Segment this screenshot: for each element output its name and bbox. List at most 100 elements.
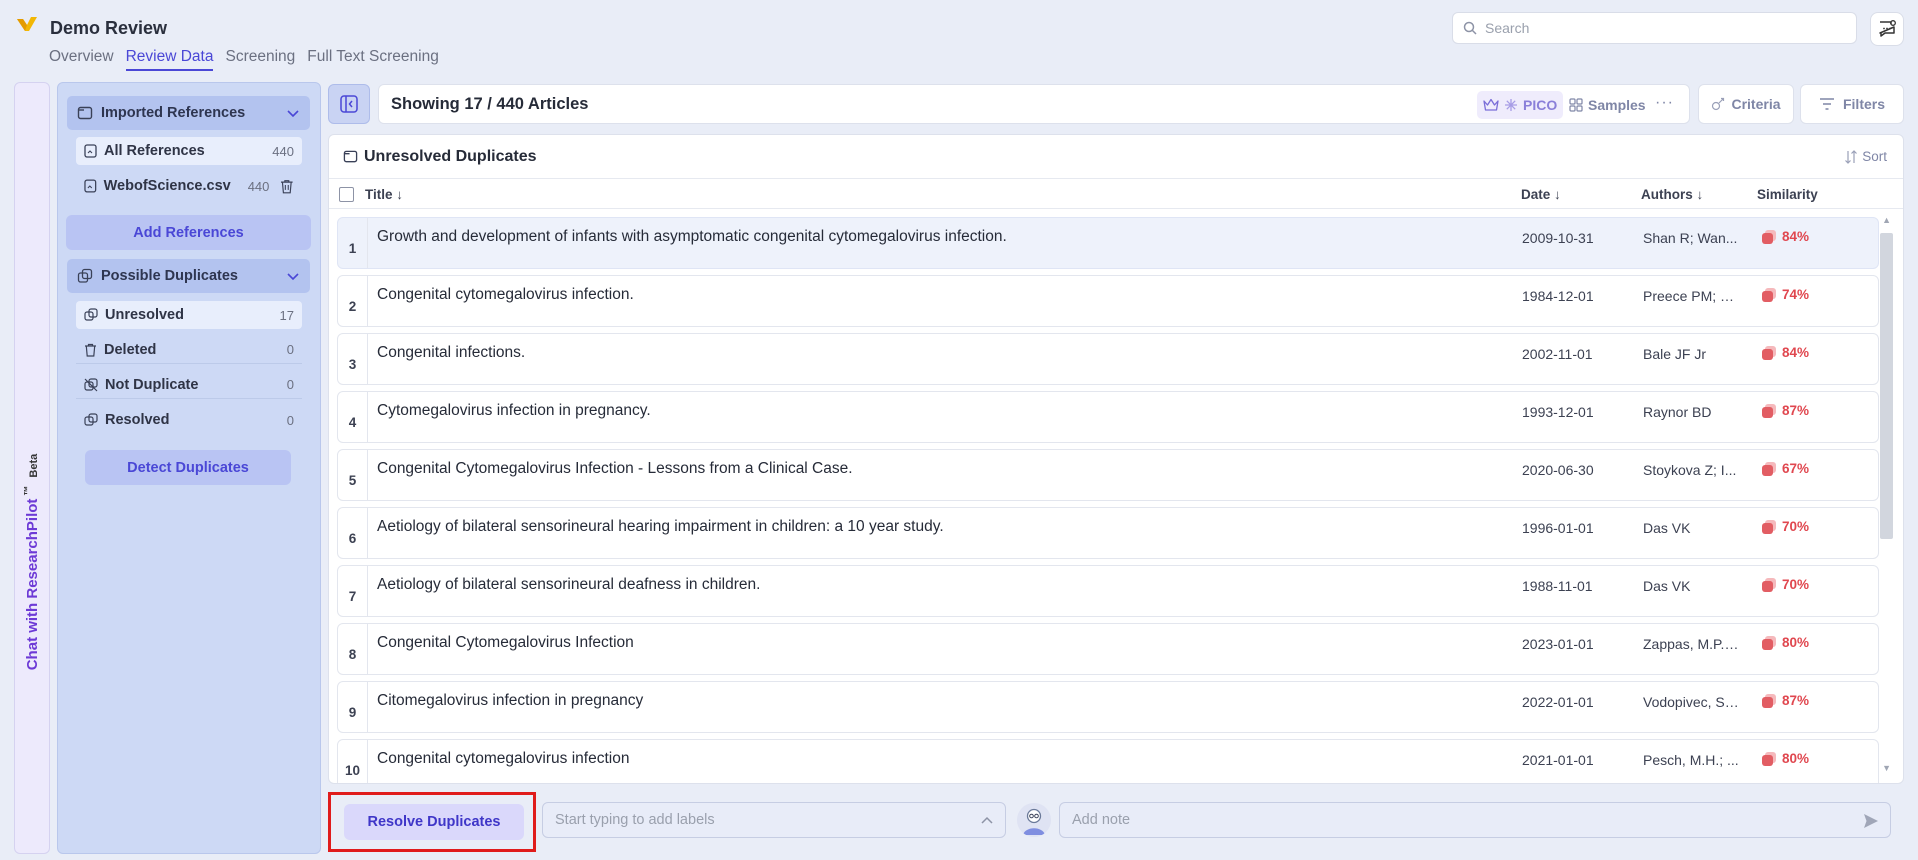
column-title[interactable]: Title ↓ — [365, 187, 403, 202]
search-icon — [1463, 21, 1477, 35]
row-similarity: 84% — [1762, 229, 1809, 244]
pico-button[interactable]: PICO — [1477, 91, 1564, 119]
similarity-icon — [1762, 403, 1776, 418]
document-icon — [84, 179, 97, 193]
search-input[interactable] — [1485, 20, 1845, 36]
row-authors: Das VK — [1643, 520, 1691, 536]
possible-duplicates-header[interactable]: Possible Duplicates — [67, 259, 310, 293]
labels-field — [542, 802, 1006, 838]
table-row[interactable]: 5 Congenital Cytomegalovirus Infection - … — [337, 449, 1879, 501]
row-number: 7 — [338, 566, 368, 616]
tab-screening[interactable]: Screening — [225, 48, 295, 71]
unresolved-duplicates-panel: Unresolved Duplicates Sort Title ↓ Date … — [328, 134, 1904, 784]
avatar[interactable] — [1017, 803, 1051, 837]
chat-button[interactable] — [1870, 12, 1904, 46]
sort-icon — [1845, 149, 1858, 164]
row-similarity: 67% — [1762, 461, 1809, 476]
row-title[interactable]: Cytomegalovirus infection in pregnancy. — [377, 402, 651, 420]
sidebar-item-resolved[interactable]: Resolved 0 — [76, 406, 302, 434]
chevron-up-icon[interactable] — [979, 812, 995, 828]
row-date: 1988-11-01 — [1522, 578, 1593, 594]
row-number: 6 — [338, 508, 368, 558]
row-number: 1 — [338, 218, 368, 268]
table-row[interactable]: 7 Aetiology of bilateral sensorineural de… — [337, 565, 1879, 617]
column-date[interactable]: Date ↓ — [1521, 187, 1561, 202]
similarity-icon — [1762, 635, 1776, 650]
row-similarity: 74% — [1762, 287, 1809, 302]
chat-with-researchpilot-rail[interactable]: Chat with ResearchPilot™Beta — [14, 82, 50, 854]
add-note-input[interactable] — [1072, 812, 1832, 828]
row-number: 10 — [338, 740, 368, 783]
sidebar-item-webofscience[interactable]: WebofScience.csv 440 — [76, 172, 302, 200]
labels-input[interactable] — [555, 812, 975, 828]
trash-icon[interactable] — [280, 179, 294, 194]
sidebar-item-deleted[interactable]: Deleted 0 — [76, 336, 302, 364]
sidebar: Imported References All References 440 W… — [57, 82, 321, 854]
row-authors: Preece PM; P... — [1643, 288, 1739, 304]
sidebar-item-unresolved[interactable]: Unresolved 17 — [76, 301, 302, 329]
note-field — [1059, 802, 1891, 838]
sidebar-item-not-duplicate[interactable]: Not Duplicate 0 — [76, 371, 302, 399]
document-icon — [84, 144, 97, 158]
similarity-icon — [1762, 461, 1776, 476]
table-row[interactable]: 2 Congenital cytomegalovirus infection. 19… — [337, 275, 1879, 327]
imported-references-title: Imported References — [101, 105, 246, 121]
add-references-button[interactable]: Add References — [66, 215, 311, 250]
chat-bubble-icon — [1879, 20, 1896, 37]
criteria-button[interactable]: Criteria — [1698, 84, 1794, 124]
row-title[interactable]: Congenital Cytomegalovirus Infection - L… — [377, 460, 853, 478]
app-logo-icon — [17, 17, 37, 31]
tab-review-data[interactable]: Review Data — [125, 48, 214, 71]
sidebar-item-all-references[interactable]: All References 440 — [76, 137, 302, 165]
chevron-down-icon — [287, 273, 299, 281]
nav-tabs: Overview Review Data Screening Full Text… — [49, 48, 439, 71]
scroll-up-icon[interactable]: ▲ — [1882, 215, 1891, 225]
tab-overview[interactable]: Overview — [49, 48, 114, 71]
table-row[interactable]: 9 Citomegalovirus infection in pregnancy 2… — [337, 681, 1879, 733]
imported-references-header[interactable]: Imported References — [67, 96, 310, 130]
send-icon[interactable] — [1862, 812, 1880, 830]
table-row[interactable]: 8 Congenital Cytomegalovirus Infection 202… — [337, 623, 1879, 675]
row-title[interactable]: Aetiology of bilateral sensorineural dea… — [377, 576, 760, 594]
column-similarity[interactable]: Similarity — [1757, 187, 1818, 202]
sort-button[interactable]: Sort — [1844, 149, 1887, 164]
tab-full-text-screening[interactable]: Full Text Screening — [307, 48, 439, 71]
row-similarity: 87% — [1762, 693, 1809, 708]
row-title[interactable]: Congenital Cytomegalovirus Infection — [377, 634, 634, 652]
row-number: 9 — [338, 682, 368, 732]
filter-icon — [1819, 98, 1834, 110]
row-title[interactable]: Citomegalovirus infection in pregnancy — [377, 692, 643, 710]
row-date: 2020-06-30 — [1522, 462, 1594, 478]
select-all-checkbox[interactable] — [339, 187, 354, 202]
table-row[interactable]: 1 Growth and development of infants with … — [337, 217, 1879, 269]
duplicate-icon — [77, 268, 93, 283]
scrollbar-thumb[interactable] — [1880, 233, 1893, 539]
not-duplicate-icon — [84, 377, 98, 391]
table-row[interactable]: 10 Congenital cytomegalovirus infection 20… — [337, 739, 1879, 783]
row-title[interactable]: Congenital cytomegalovirus infection — [377, 750, 629, 768]
more-options-icon[interactable]: ··· — [1655, 94, 1674, 112]
row-title[interactable]: Growth and development of infants with a… — [377, 228, 1007, 246]
row-title[interactable]: Congenital infections. — [377, 344, 525, 362]
detect-duplicates-button[interactable]: Detect Duplicates — [85, 450, 291, 485]
similarity-icon — [1762, 519, 1776, 534]
row-title[interactable]: Congenital cytomegalovirus infection. — [377, 286, 634, 304]
row-title[interactable]: Aetiology of bilateral sensorineural hea… — [377, 518, 944, 536]
samples-button[interactable]: Samples — [1569, 91, 1646, 119]
table-row[interactable]: 3 Congenital infections. 2002-11-01 Bale JF… — [337, 333, 1879, 385]
column-authors[interactable]: Authors ↓ — [1641, 187, 1703, 202]
collapse-sidebar-button[interactable] — [328, 84, 370, 124]
resolve-duplicates-button[interactable]: Resolve Duplicates — [344, 804, 524, 840]
row-authors: Zappas, M.P.;... — [1643, 636, 1739, 652]
similarity-icon — [1762, 693, 1776, 708]
crown-icon — [1483, 98, 1499, 111]
search-box — [1452, 12, 1857, 44]
scroll-down-icon[interactable]: ▼ — [1882, 763, 1891, 773]
filters-button[interactable]: Filters — [1800, 84, 1904, 124]
table-row[interactable]: 4 Cytomegalovirus infection in pregnancy.… — [337, 391, 1879, 443]
resolved-duplicate-icon — [84, 413, 98, 426]
panel-header: Unresolved Duplicates — [329, 135, 1903, 179]
table-row[interactable]: 6 Aetiology of bilateral sensorineural he… — [337, 507, 1879, 559]
row-similarity: 87% — [1762, 403, 1809, 418]
row-date: 1984-12-01 — [1522, 288, 1594, 304]
